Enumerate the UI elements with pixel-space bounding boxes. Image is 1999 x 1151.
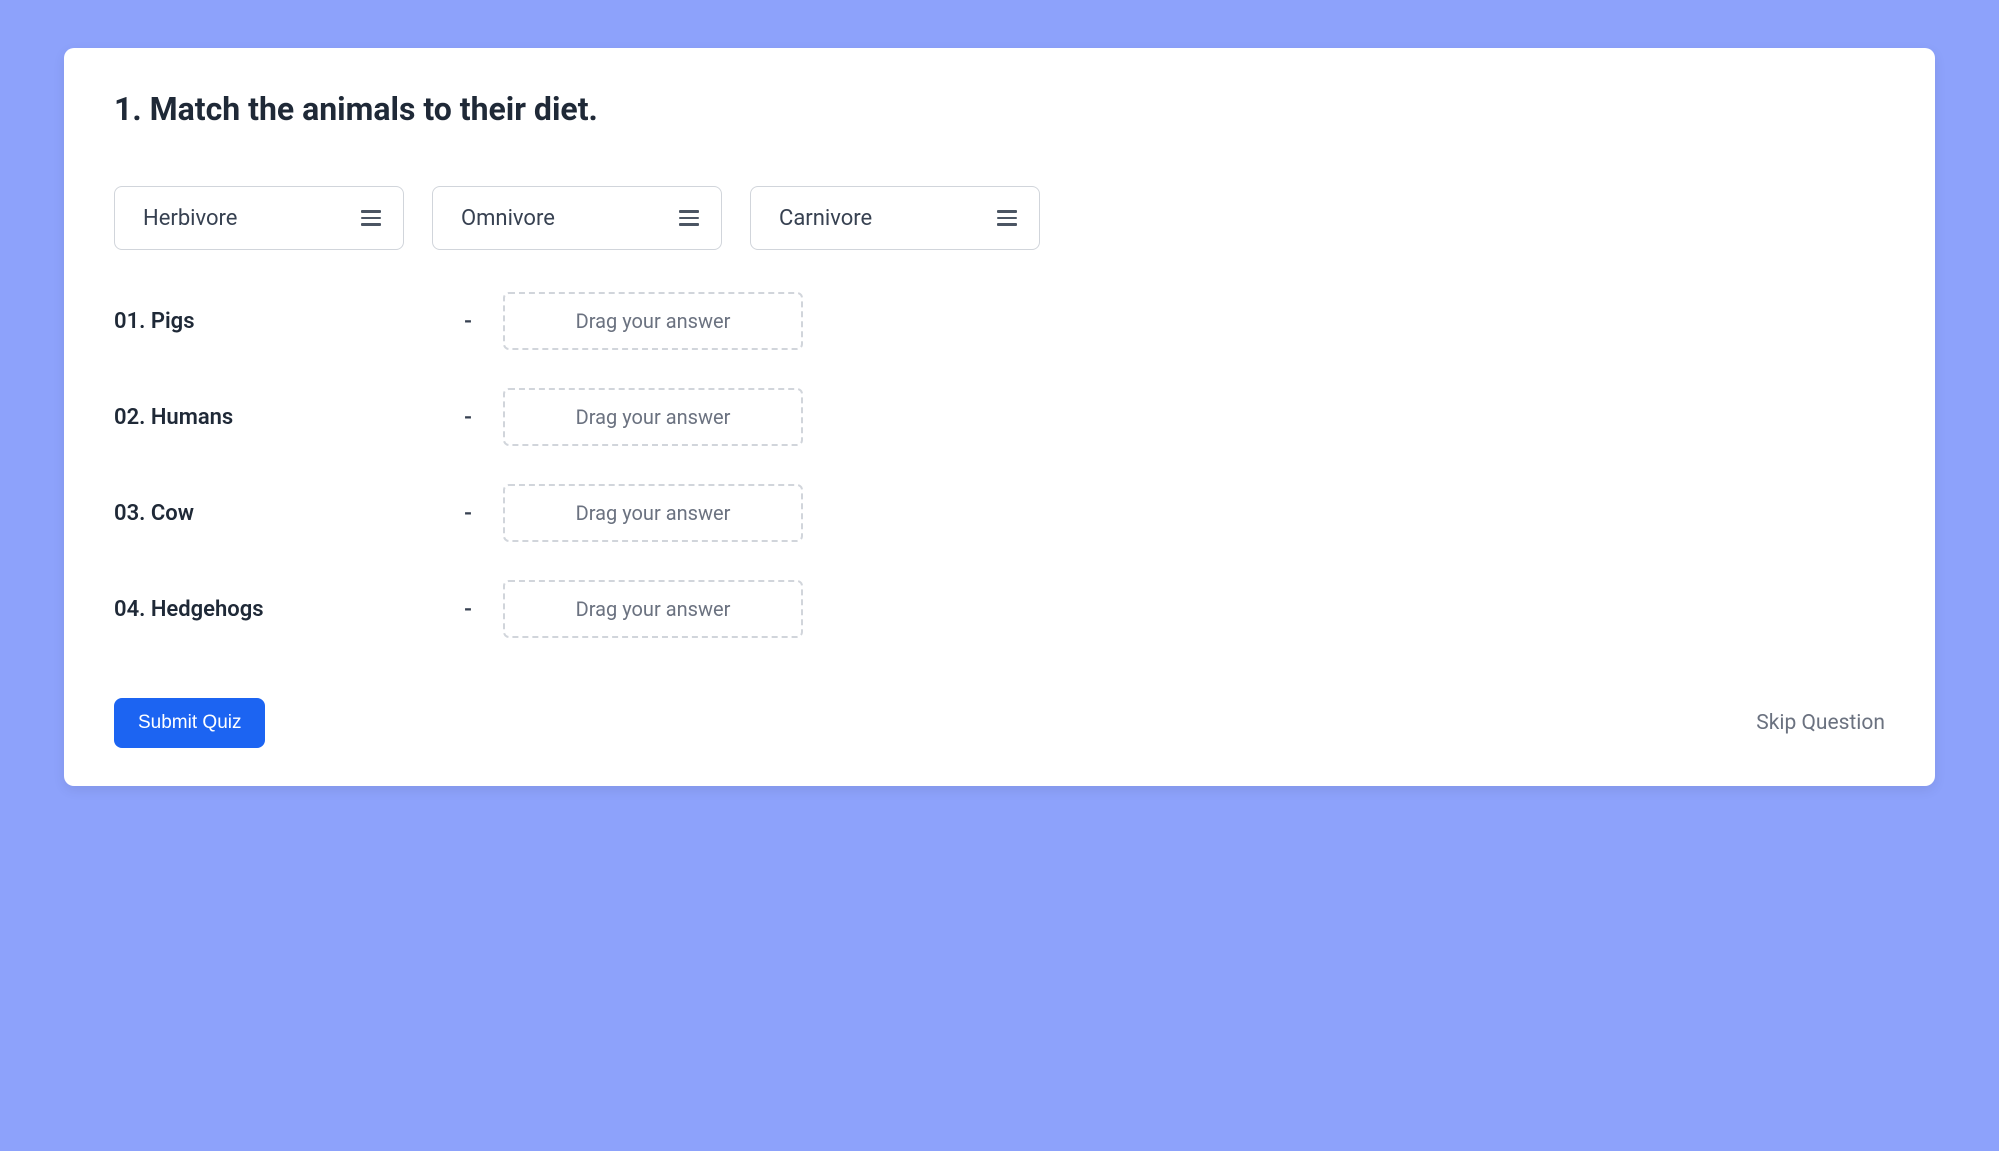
answer-label: 03. Cow	[114, 501, 449, 526]
drag-handle-icon	[997, 210, 1017, 226]
answer-row: 03. Cow - Drag your answer	[114, 484, 1885, 542]
drop-zone[interactable]: Drag your answer	[503, 484, 803, 542]
drag-handle-icon	[361, 210, 381, 226]
submit-button[interactable]: Submit Quiz	[114, 698, 265, 748]
choice-chip-omnivore[interactable]: Omnivore	[432, 186, 722, 250]
answer-label: 04. Hedgehogs	[114, 597, 449, 622]
drag-handle-icon	[679, 210, 699, 226]
answer-row: 02. Humans - Drag your answer	[114, 388, 1885, 446]
answers-section: 01. Pigs - Drag your answer 02. Humans -…	[114, 292, 1885, 638]
drop-zone[interactable]: Drag your answer	[503, 292, 803, 350]
answer-dash: -	[449, 501, 487, 526]
answer-row: 04. Hedgehogs - Drag your answer	[114, 580, 1885, 638]
choice-label: Herbivore	[143, 206, 237, 231]
drop-zone[interactable]: Drag your answer	[503, 388, 803, 446]
answer-dash: -	[449, 309, 487, 334]
question-title: 1. Match the animals to their diet.	[114, 90, 1885, 128]
answer-dash: -	[449, 405, 487, 430]
footer-row: Submit Quiz Skip Question	[114, 698, 1885, 748]
skip-question-link[interactable]: Skip Question	[1756, 711, 1885, 735]
choice-chip-carnivore[interactable]: Carnivore	[750, 186, 1040, 250]
drop-zone[interactable]: Drag your answer	[503, 580, 803, 638]
choices-row: Herbivore Omnivore Carnivore	[114, 186, 1885, 250]
answer-label: 02. Humans	[114, 405, 449, 430]
quiz-card: 1. Match the animals to their diet. Herb…	[64, 48, 1935, 786]
answer-label: 01. Pigs	[114, 309, 449, 334]
answer-dash: -	[449, 597, 487, 622]
choice-label: Carnivore	[779, 206, 872, 231]
choice-chip-herbivore[interactable]: Herbivore	[114, 186, 404, 250]
answer-row: 01. Pigs - Drag your answer	[114, 292, 1885, 350]
choice-label: Omnivore	[461, 206, 555, 231]
